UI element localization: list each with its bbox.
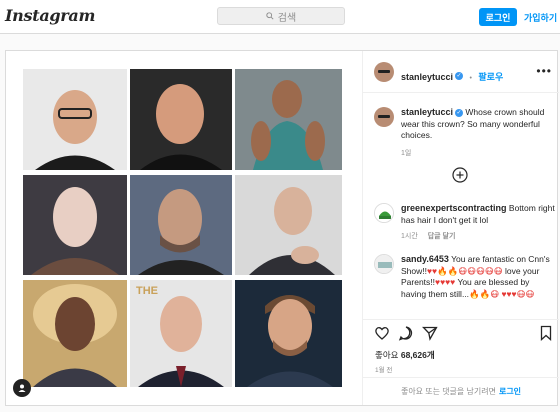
author-username[interactable]: stanleytucci [401, 72, 453, 82]
comment: sandy.6453 You are fantastic on Cnn's Sh… [401, 254, 555, 300]
heart-icon[interactable] [374, 325, 390, 341]
post-side-panel: stanleytucci ✓ • 팔로우 ••• stanleytucci ✓ Wh… [362, 51, 559, 405]
comment-username[interactable]: greenexpertscontracting [401, 203, 507, 213]
post-header: stanleytucci ✓ • 팔로우 ••• [363, 51, 559, 93]
comment-emoji: ♥♥♥♥ [435, 277, 456, 287]
search-placeholder: 검색 [277, 12, 297, 24]
post-actions-bar [363, 319, 559, 341]
portrait-tile: THE [130, 280, 232, 387]
post-card: THE stanleytucci ✓ • 팔로우 ••• stanleytucci [5, 50, 559, 406]
search-input[interactable]: 검색 [217, 7, 345, 25]
more-icon[interactable]: ••• [536, 64, 552, 78]
bookmark-icon[interactable] [538, 325, 554, 341]
caption: stanleytucci ✓ Whose crown should wear th… [401, 107, 551, 142]
search-icon [266, 12, 274, 20]
post-image[interactable]: THE [6, 51, 362, 405]
commenter-avatar[interactable] [374, 254, 394, 274]
svg-text:THE: THE [136, 285, 158, 297]
portrait-tile [235, 175, 342, 275]
login-link[interactable]: 로그인 [499, 386, 521, 397]
verified-badge-icon: ✓ [455, 108, 464, 117]
comment-emoji: 🔥🔥😷 [469, 288, 500, 299]
top-navigation-bar: Instagram 검색 로그인 가입하기 [0, 0, 560, 34]
signup-link[interactable]: 가입하기 [524, 11, 557, 24]
caption-time: 1일 [401, 150, 412, 157]
portrait-tile [235, 280, 342, 387]
caption-username[interactable]: stanleytucci [401, 107, 453, 117]
reply-button[interactable]: 답글 달기 [428, 233, 456, 240]
portrait-tile [130, 175, 232, 275]
login-prompt-bar: 좋아요 또는 댓글을 남기려면 로그인 [363, 377, 559, 405]
caption-avatar[interactable] [374, 107, 394, 127]
portrait-tile [23, 175, 127, 275]
instagram-logo[interactable]: Instagram [5, 6, 95, 25]
comment: greenexpertscontracting Bottom right has… [401, 203, 555, 226]
author-avatar[interactable] [374, 62, 394, 82]
portrait-tile [23, 69, 127, 170]
separator-dot: • [469, 75, 472, 82]
comment-emoji: ♥♥♥😷😷 [501, 288, 535, 299]
comment-icon[interactable] [398, 325, 414, 341]
post-date: 1월 전 [375, 367, 393, 374]
comment-time: 1시간 [401, 233, 418, 240]
likes-number: 68,626개 [400, 350, 435, 360]
verified-badge-icon: ✓ [455, 71, 464, 80]
commenter-avatar[interactable] [374, 203, 394, 223]
login-prompt-text: 좋아요 또는 댓글을 남기려면 [400, 387, 496, 396]
likes-label: 좋아요 [375, 350, 399, 360]
comment-meta: 1시간 답글 달기 [401, 231, 455, 241]
portrait-tile [130, 69, 232, 170]
share-icon[interactable] [421, 325, 438, 341]
likes-count[interactable]: 좋아요 68,626개 [375, 349, 435, 361]
login-button[interactable]: 로그인 [479, 8, 517, 26]
media-account-avatar[interactable] [13, 379, 31, 397]
follow-button[interactable]: 팔로우 [478, 72, 503, 82]
user-icon [18, 384, 26, 392]
portrait-tile [23, 280, 127, 387]
author-line: stanleytucci ✓ • 팔로우 [401, 67, 503, 85]
comment-username[interactable]: sandy.6453 [401, 254, 449, 264]
add-comment-icon[interactable] [452, 167, 468, 183]
comment-emoji: ♥♥🔥🔥😷😷😷😷😷 [427, 265, 503, 276]
portrait-tile [235, 69, 342, 170]
